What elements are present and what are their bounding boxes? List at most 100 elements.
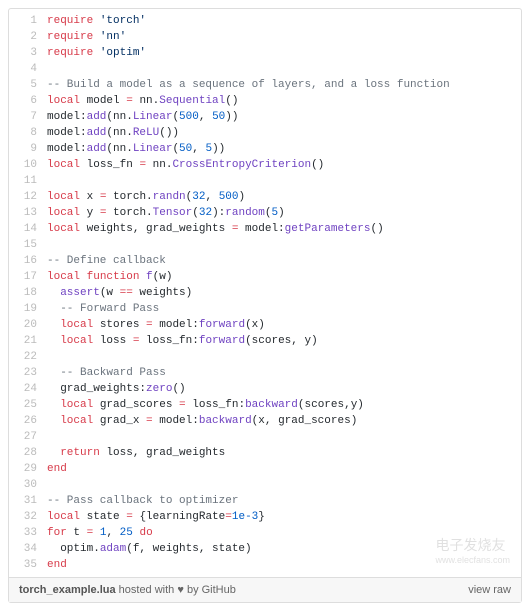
line-code: local weights, grad_weights = model:getP… (47, 221, 384, 237)
token-plain: state (80, 511, 126, 523)
line-code: -- Pass callback to optimizer (47, 493, 238, 509)
token-plain: torch. (106, 207, 152, 219)
token-plain: ) (278, 207, 285, 219)
token-plain: (scores,y) (298, 399, 364, 411)
line-number: 22 (9, 349, 47, 365)
token-plain (47, 367, 60, 379)
token-plain: model: (238, 223, 284, 235)
view-raw-link[interactable]: view raw (468, 584, 511, 596)
token-fn: ReLU (133, 127, 159, 139)
line-number: 24 (9, 381, 47, 397)
token-fn: Linear (133, 111, 173, 123)
token-plain: (nn. (106, 111, 132, 123)
token-plain: , (106, 527, 119, 539)
code-line: 16-- Define callback (9, 253, 521, 269)
code-line: 8model:add(nn.ReLU()) (9, 125, 521, 141)
code-line: 11 (9, 173, 521, 189)
token-plain: (x, grad_scores) (252, 415, 358, 427)
token-plain: nn. (146, 159, 172, 171)
token-fn: getParameters (285, 223, 371, 235)
line-code: local grad_x = model:backward(x, grad_sc… (47, 413, 357, 429)
token-plain: (scores, y) (245, 335, 318, 347)
token-fn: random (225, 207, 265, 219)
token-plain: ) (239, 191, 246, 203)
code-line: 29end (9, 461, 521, 477)
line-code: model:add(nn.Linear(500, 50)) (47, 109, 238, 125)
gist-footer: torch_example.lua hosted with ♥ by GitHu… (9, 577, 521, 602)
line-code: assert(w == weights) (47, 285, 192, 301)
token-num: 1e-3 (232, 511, 258, 523)
token-plain (47, 415, 60, 427)
code-line: 12local x = torch.randn(32, 500) (9, 189, 521, 205)
token-plain: loss, grad_weights (100, 447, 225, 459)
token-plain: ): (212, 207, 225, 219)
line-number: 35 (9, 557, 47, 573)
token-str: 'optim' (100, 47, 146, 59)
token-plain: stores (93, 319, 146, 331)
token-fn: backward (245, 399, 298, 411)
line-number: 3 (9, 45, 47, 61)
token-plain (47, 287, 60, 299)
line-number: 21 (9, 333, 47, 349)
line-number: 32 (9, 509, 47, 525)
code-line: 7model:add(nn.Linear(500, 50)) (9, 109, 521, 125)
line-code: -- Forward Pass (47, 301, 159, 317)
token-plain: )) (225, 111, 238, 123)
github-link[interactable]: GitHub (202, 584, 236, 596)
code-line: 32local state = {learningRate=1e-3} (9, 509, 521, 525)
code-line: 25 local grad_scores = loss_fn:backward(… (9, 397, 521, 413)
line-code: grad_weights:zero() (47, 381, 186, 397)
token-fn: add (87, 127, 107, 139)
code-line: 21 local loss = loss_fn:forward(scores, … (9, 333, 521, 349)
token-plain: grad_x (93, 415, 146, 427)
token-plain: weights, grad_weights (80, 223, 232, 235)
line-code: optim.adam(f, weights, state) (47, 541, 252, 557)
token-num: 25 (120, 527, 133, 539)
line-number: 12 (9, 189, 47, 205)
filename-link[interactable]: torch_example.lua (19, 584, 116, 596)
token-fn: add (87, 111, 107, 123)
token-fn: zero (146, 383, 172, 395)
line-number: 18 (9, 285, 47, 301)
token-fn: forward (199, 319, 245, 331)
line-code: local stores = model:forward(x) (47, 317, 265, 333)
token-plain: (f, weights, state) (126, 543, 251, 555)
token-kw: = (225, 511, 232, 523)
token-plain (47, 335, 60, 347)
line-number: 25 (9, 397, 47, 413)
token-fn: CrossEntropyCriterion (172, 159, 311, 171)
token-plain: x (80, 191, 100, 203)
token-num: 50 (212, 111, 225, 123)
token-plain: (nn. (106, 127, 132, 139)
code-line: 34 optim.adam(f, weights, state) (9, 541, 521, 557)
token-fn: add (87, 143, 107, 155)
line-number: 28 (9, 445, 47, 461)
line-number: 16 (9, 253, 47, 269)
code-line: 13local y = torch.Tensor(32):random(5) (9, 205, 521, 221)
token-kw: local (47, 191, 80, 203)
token-num: 32 (192, 191, 205, 203)
token-plain (47, 399, 60, 411)
token-plain (47, 303, 60, 315)
token-plain: grad_weights: (47, 383, 146, 395)
line-number: 20 (9, 317, 47, 333)
code-line: 23 -- Backward Pass (9, 365, 521, 381)
token-plain: t (67, 527, 87, 539)
line-number: 1 (9, 13, 47, 29)
code-line: 2require 'nn' (9, 29, 521, 45)
code-line: 26 local grad_x = model:backward(x, grad… (9, 413, 521, 429)
token-cm: -- Forward Pass (60, 303, 159, 315)
token-plain: (nn. (106, 143, 132, 155)
token-plain: nn. (133, 95, 159, 107)
line-code: for t = 1, 25 do (47, 525, 153, 541)
line-code: local x = torch.randn(32, 500) (47, 189, 245, 205)
token-plain (93, 47, 100, 59)
token-kw: local (47, 511, 80, 523)
line-number: 9 (9, 141, 47, 157)
token-cm: -- Define callback (47, 255, 166, 267)
code-line: 15 (9, 237, 521, 253)
token-plain (80, 271, 87, 283)
token-plain: ()) (159, 127, 179, 139)
token-kw: require (47, 47, 93, 59)
token-cm: -- Backward Pass (60, 367, 166, 379)
